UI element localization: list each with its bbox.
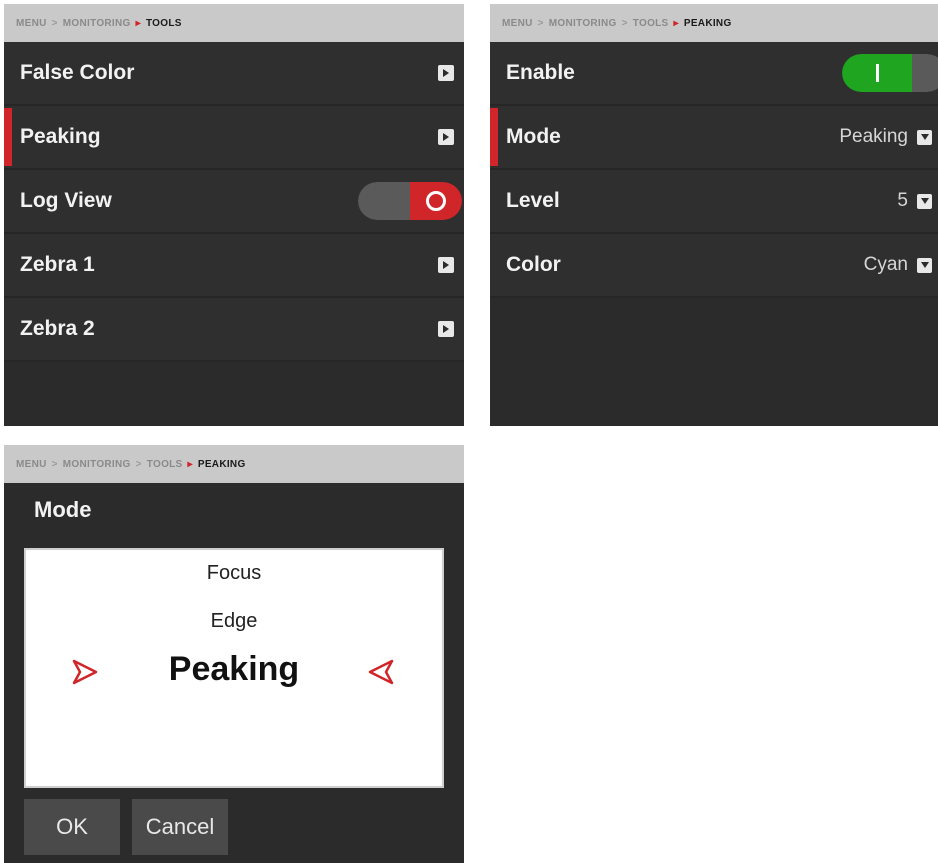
menu-item-false-color[interactable]: False Color [4, 42, 464, 106]
on-bar-icon [875, 64, 879, 82]
breadcrumb-current: PEAKING [197, 458, 246, 470]
tools-panel: MENU > MONITORING ▸ TOOLS False Color Pe… [4, 4, 464, 426]
enable-toggle[interactable] [842, 54, 938, 92]
toggle-track [842, 54, 912, 92]
breadcrumb-separator: > [621, 17, 628, 29]
level-value[interactable]: 5 [897, 190, 908, 212]
menu-item-zebra-2[interactable]: Zebra 2 [4, 298, 464, 362]
menu-item-peaking[interactable]: Peaking [4, 106, 464, 170]
peaking-panel: MENU > MONITORING > TOOLS ▸ PEAKING Enab… [490, 4, 938, 426]
breadcrumb-tools[interactable]: TOOLS [147, 459, 183, 470]
breadcrumb-separator: > [51, 17, 58, 29]
breadcrumb-menu[interactable]: MENU [16, 459, 47, 470]
breadcrumb-monitoring[interactable]: MONITORING [63, 18, 131, 29]
color-value[interactable]: Cyan [864, 254, 908, 276]
toggle-knob [912, 54, 938, 92]
ok-button[interactable]: OK [24, 799, 120, 855]
selection-indicator [490, 108, 498, 166]
breadcrumb-menu[interactable]: MENU [16, 18, 47, 29]
dropdown-triangle-icon[interactable] [917, 257, 932, 273]
breadcrumb-separator: > [51, 458, 58, 470]
breadcrumb: MENU > MONITORING ▸ TOOLS [4, 4, 464, 42]
menu-item-log-view[interactable]: Log View [4, 170, 464, 234]
picker-option-edge[interactable]: Edge [26, 610, 442, 633]
breadcrumb-monitoring[interactable]: MONITORING [549, 18, 617, 29]
cancel-button[interactable]: Cancel [132, 799, 228, 855]
triangle-right-outline-icon[interactable] [70, 658, 100, 691]
setting-mode[interactable]: Mode Peaking [490, 106, 938, 170]
toggle-track [410, 182, 462, 220]
breadcrumb-separator: > [135, 458, 142, 470]
setting-enable[interactable]: Enable [490, 42, 938, 106]
setting-label: Color [506, 253, 561, 276]
mode-dialog-panel: MENU > MONITORING > TOOLS ▸ PEAKING Mode… [4, 445, 464, 863]
setting-level[interactable]: Level 5 [490, 170, 938, 234]
dialog-title: Mode [34, 497, 92, 522]
setting-label: Level [506, 189, 560, 212]
breadcrumb: MENU > MONITORING > TOOLS ▸ PEAKING [490, 4, 938, 42]
breadcrumb: MENU > MONITORING > TOOLS ▸ PEAKING [4, 445, 464, 483]
menu-item-zebra-1[interactable]: Zebra 1 [4, 234, 464, 298]
triangle-left-outline-icon[interactable] [366, 658, 396, 691]
breadcrumb-separator: ▸ [135, 17, 141, 29]
breadcrumb-separator: ▸ [187, 458, 193, 470]
breadcrumb-tools[interactable]: TOOLS [633, 18, 669, 29]
breadcrumb-separator: ▸ [673, 17, 679, 29]
setting-color[interactable]: Color Cyan [490, 234, 938, 298]
menu-item-label: Zebra 2 [20, 317, 95, 340]
menu-item-label: Log View [20, 189, 112, 212]
breadcrumb-current: TOOLS [145, 17, 182, 29]
picker-option-focus[interactable]: Focus [26, 562, 442, 585]
chevron-right-icon[interactable] [438, 257, 454, 273]
setting-label: Mode [506, 125, 561, 148]
breadcrumb-separator: > [537, 17, 544, 29]
setting-label: Enable [506, 61, 575, 84]
breadcrumb-menu[interactable]: MENU [502, 18, 533, 29]
toggle-knob [358, 182, 410, 220]
menu-item-label: Peaking [20, 125, 101, 148]
chevron-right-icon[interactable] [438, 129, 454, 145]
off-ring-icon [426, 191, 446, 211]
breadcrumb-current: PEAKING [683, 17, 732, 29]
menu-item-label: Zebra 1 [20, 253, 95, 276]
breadcrumb-monitoring[interactable]: MONITORING [63, 459, 131, 470]
log-view-toggle[interactable] [358, 182, 462, 220]
mode-picker[interactable]: Focus Edge Peaking [24, 548, 444, 788]
chevron-right-icon[interactable] [438, 65, 454, 81]
chevron-right-icon[interactable] [438, 321, 454, 337]
menu-item-label: False Color [20, 61, 135, 84]
dropdown-triangle-icon[interactable] [917, 193, 932, 209]
dropdown-triangle-icon[interactable] [917, 129, 932, 145]
mode-value[interactable]: Peaking [839, 126, 908, 148]
selection-indicator [4, 108, 12, 166]
